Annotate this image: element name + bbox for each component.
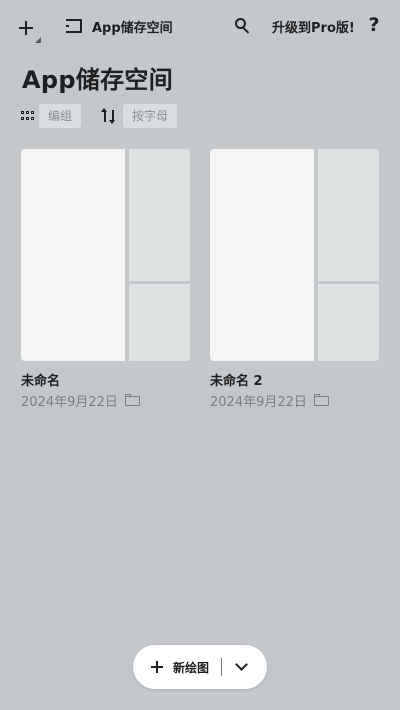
drawing-date: 2024年9月22日 [21, 394, 118, 410]
sort-arrows-icon[interactable] [100, 108, 118, 124]
drawing-meta: 2024年9月22日 [21, 391, 140, 410]
dropdown-corner-indicator [35, 37, 41, 43]
top-bar: App储存空间 升级到Pro版! ? [0, 0, 400, 52]
add-menu-button[interactable] [10, 12, 42, 44]
sidebar-panel-icon [66, 19, 82, 33]
sort-alphabetical-button[interactable]: 按字母 [123, 104, 178, 128]
thumbnail-side-panel [129, 284, 190, 361]
new-drawing-options-button[interactable] [225, 645, 265, 689]
thumbnail-side-panel [318, 149, 379, 281]
drawing-meta: 2024年9月22日 [210, 391, 329, 410]
drawing-card[interactable]: 未命名 2 2024年9月22日 [210, 149, 379, 410]
help-button[interactable]: ? [362, 13, 386, 37]
thumbnail-main-page [21, 149, 125, 361]
drawing-name: 未命名 [21, 374, 61, 389]
thumbnail-side-panel [318, 284, 379, 361]
drawing-thumbnail[interactable] [21, 149, 190, 361]
search-button[interactable] [230, 14, 254, 38]
chevron-down-icon [235, 658, 248, 671]
drawing-thumbnail[interactable] [210, 149, 379, 361]
grid-icon[interactable] [21, 111, 35, 122]
drawing-name: 未命名 2 [210, 374, 263, 389]
group-edit-button[interactable]: 编组 [39, 104, 82, 128]
storage-location-button[interactable]: App储存空间 [66, 15, 173, 37]
page-title: App储存空间 [22, 66, 174, 94]
folder-icon[interactable] [313, 394, 329, 406]
thumbnail-main-page [210, 149, 314, 361]
drawing-date: 2024年9月22日 [210, 394, 307, 410]
folder-icon[interactable] [124, 394, 140, 406]
pill-divider [221, 658, 222, 676]
thumbnail-side-panel [129, 149, 190, 281]
drawing-card[interactable]: 未命名 2024年9月22日 [21, 149, 190, 410]
storage-location-label: App储存空间 [92, 20, 173, 36]
new-drawing-pill: 新绘图 [133, 645, 267, 689]
new-drawing-label: 新绘图 [173, 661, 210, 675]
new-drawing-button[interactable]: 新绘图 [133, 645, 221, 689]
upgrade-pro-link[interactable]: 升级到Pro版! [272, 17, 355, 36]
